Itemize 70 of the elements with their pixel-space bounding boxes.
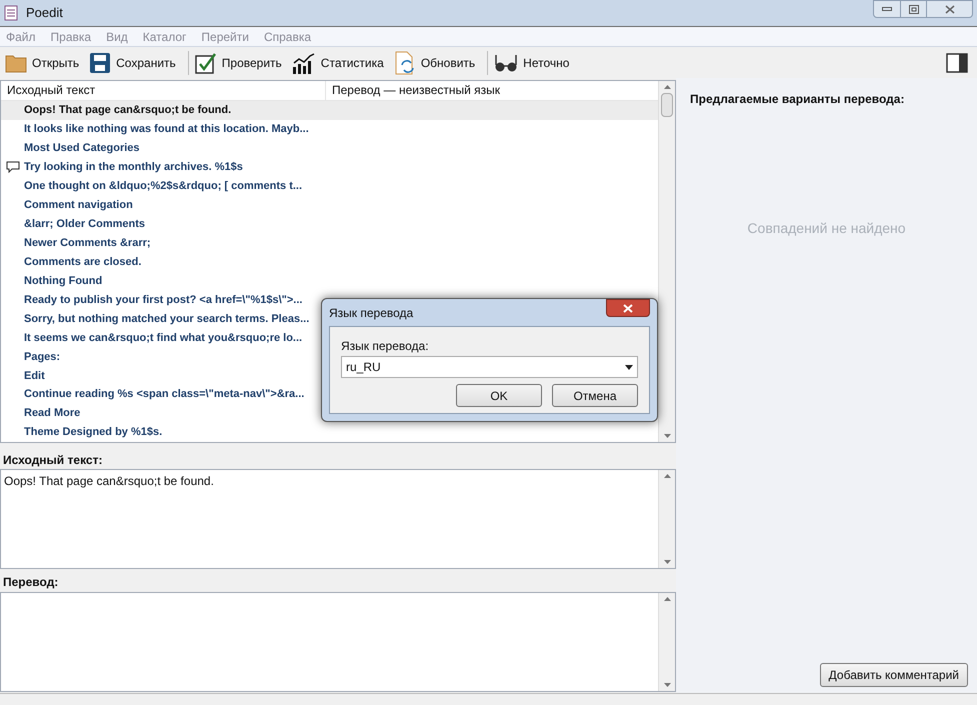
source-text: One thought on &ldquo;%2$s&rdquo; [ comments t... <box>24 178 302 194</box>
add-comment-button[interactable]: Добавить комментарий <box>820 663 968 687</box>
close-icon <box>944 4 954 14</box>
chart-icon <box>292 52 316 74</box>
translation-label: Перевод: <box>3 574 60 591</box>
column-header[interactable]: Перевод — неизвестный язык <box>326 81 658 100</box>
dialog-button[interactable]: Отмена <box>552 384 638 407</box>
string-row[interactable]: Comment navigation <box>1 196 658 215</box>
scrollbar[interactable] <box>658 81 675 442</box>
language-value: ru_RU <box>346 359 381 376</box>
maximize-icon <box>908 4 918 14</box>
source-text: Read More <box>24 406 80 422</box>
scrollbar[interactable] <box>658 470 675 568</box>
toolbar-button[interactable]: Сохранить <box>87 52 178 74</box>
no-matches-text: Совпадений не найдено <box>746 219 907 238</box>
close-icon <box>623 304 633 312</box>
string-row[interactable]: Nothing Found <box>1 272 658 290</box>
refresh-document-icon <box>394 50 416 74</box>
toolbar-button[interactable]: Обновить <box>392 50 478 74</box>
language-combobox[interactable]: ru_RU <box>341 356 638 378</box>
scrollbar-thumb[interactable] <box>661 93 673 117</box>
source-text: Theme Designed by %1$s. <box>24 425 162 440</box>
dropdown-arrow-icon <box>625 364 633 370</box>
window-title: Poedit <box>26 4 63 22</box>
string-row[interactable]: &larr; Older Comments <box>1 214 658 234</box>
checkbox-tick-icon <box>194 52 217 74</box>
string-row[interactable]: Try looking in the monthly archives. %1$s <box>1 158 658 177</box>
suggestions-title: Предлагаемые варианты перевода: <box>690 91 906 108</box>
toolbar-button[interactable]: Проверить <box>192 52 284 74</box>
language-label: Язык перевода: <box>341 338 430 355</box>
down-arrow-icon <box>664 683 670 687</box>
string-row[interactable]: Comments are closed. <box>1 252 658 272</box>
source-text: Newer Comments &rarr; <box>24 236 151 251</box>
string-row[interactable]: One thought on &ldquo;%2$s&rdquo; [ comments t... <box>1 176 658 196</box>
string-row[interactable]: Newer Comments &rarr; <box>1 234 658 253</box>
panel-toggle-icon[interactable] <box>946 52 968 72</box>
source-text: Nothing Found <box>24 274 102 289</box>
close-button[interactable] <box>606 299 650 317</box>
string-row[interactable]: Oops! That page can&rsquo;t be found. <box>1 100 658 120</box>
source-label: Исходный текст: <box>3 452 104 469</box>
string-row[interactable]: It looks like nothing was found at this location. Mayb... <box>1 120 658 139</box>
string-row[interactable]: Theme Designed by %1$s. <box>1 423 658 442</box>
dialog-title: Язык перевода <box>329 304 414 322</box>
up-arrow-icon <box>664 597 670 601</box>
minimize-button[interactable] <box>873 0 901 18</box>
close-button[interactable] <box>927 0 973 18</box>
up-arrow-icon <box>664 474 670 478</box>
up-arrow-icon <box>664 85 670 89</box>
source-text: &larr; Older Comments <box>24 216 146 232</box>
down-arrow-icon <box>664 560 670 564</box>
minimize-icon <box>882 7 892 11</box>
column-header[interactable]: Исходный текст <box>1 81 326 100</box>
string-row[interactable]: Most Used Categories <box>1 138 658 158</box>
source-text: Oops! That page can&rsquo;t be found. <box>24 103 232 118</box>
app-icon <box>4 5 18 21</box>
dialog-button[interactable]: OK <box>456 384 542 407</box>
maximize-button[interactable] <box>901 0 927 18</box>
source-text: Comments are closed. <box>24 254 142 270</box>
scrollbar[interactable] <box>658 593 675 691</box>
source-text: Comment navigation <box>24 198 133 213</box>
glasses-icon <box>494 52 518 72</box>
source-text: Most Used Categories <box>24 141 140 156</box>
source-text: It looks like nothing was found at this location. Mayb... <box>24 122 309 138</box>
toolbar-button[interactable]: Открыть <box>3 52 82 72</box>
toolbar-button[interactable]: Статистика <box>290 52 386 74</box>
folder-icon <box>5 52 27 72</box>
source-text: Try looking in the monthly archives. %1$s <box>24 160 243 176</box>
down-arrow-icon <box>664 434 670 438</box>
source-text: Ready to publish your first post? <a href=\"%1$s\">... <box>24 292 302 308</box>
toolbar-button[interactable]: Неточно <box>492 52 572 72</box>
